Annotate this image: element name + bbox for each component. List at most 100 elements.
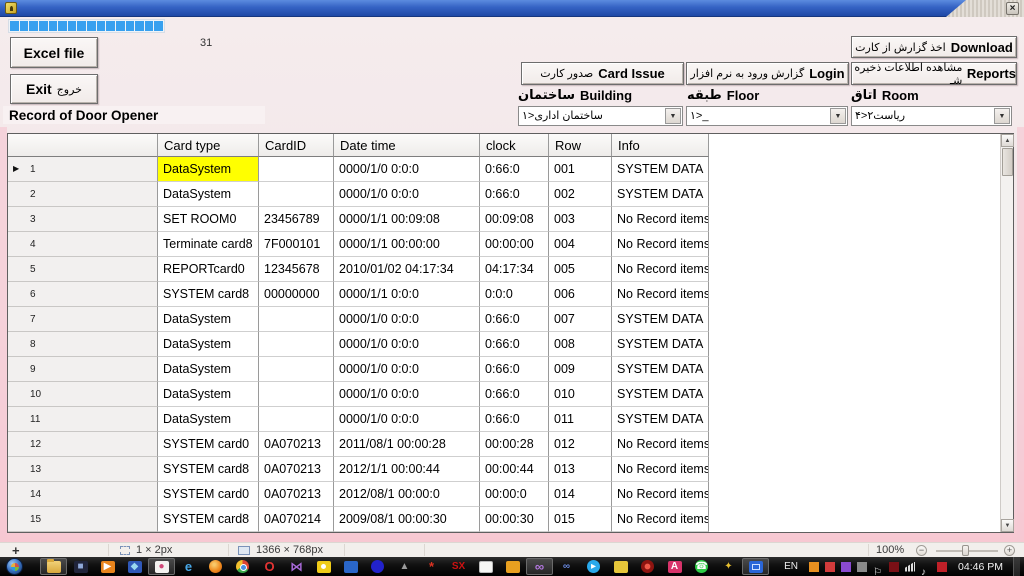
cell-clock[interactable]: 00:00:44 <box>480 457 549 482</box>
tray-window-icon[interactable] <box>854 560 870 573</box>
cell-row[interactable]: 009 <box>549 357 612 382</box>
row-header[interactable]: 5 <box>8 257 158 282</box>
cell-row[interactable]: 011 <box>549 407 612 432</box>
cell-row[interactable]: 013 <box>549 457 612 482</box>
cell-card-type[interactable]: SET ROOM0 <box>158 207 259 232</box>
cell-row[interactable]: 010 <box>549 382 612 407</box>
tray-vs-icon[interactable] <box>838 560 854 573</box>
cell-card-type[interactable]: DataSystem <box>158 382 259 407</box>
cell-card-type[interactable]: DataSystem <box>158 307 259 332</box>
tray-volume-icon[interactable]: ♪ <box>918 560 934 573</box>
idm-icon[interactable] <box>634 558 661 575</box>
room-select[interactable]: ریاست۲<۴ ▼ <box>851 106 1012 126</box>
tray-browser-icon[interactable] <box>822 560 838 573</box>
table-row[interactable]: 5REPORTcard0123456782010/01/02 04:17:340… <box>8 257 1000 282</box>
cell-card-id[interactable] <box>259 407 334 432</box>
table-row[interactable]: 10DataSystem0000/1/0 0:0:00:66:0010SYSTE… <box>8 382 1000 407</box>
cell-info[interactable]: No Record items <box>612 207 709 232</box>
cell-card-type[interactable]: SYSTEM card8 <box>158 457 259 482</box>
cell-row[interactable]: 002 <box>549 182 612 207</box>
table-row[interactable]: 2DataSystem0000/1/0 0:0:00:66:0002SYSTEM… <box>8 182 1000 207</box>
exit-button[interactable]: Exit خروج <box>10 74 98 104</box>
chevron-down-icon[interactable]: ▼ <box>665 108 681 124</box>
tray-clock-icon[interactable] <box>806 560 822 573</box>
floor-select[interactable]: _<۱ ▼ <box>686 106 848 126</box>
cell-date-time[interactable]: 0000/1/0 0:0:0 <box>334 332 480 357</box>
cell-card-type[interactable]: Terminate card8 <box>158 232 259 257</box>
table-row[interactable]: 7DataSystem0000/1/0 0:0:00:66:0007SYSTEM… <box>8 307 1000 332</box>
cell-info[interactable]: SYSTEM DATA <box>612 157 709 182</box>
cell-info[interactable]: SYSTEM DATA <box>612 382 709 407</box>
cell-clock[interactable]: 0:66:0 <box>480 332 549 357</box>
cell-card-type[interactable]: SYSTEM card8 <box>158 507 259 532</box>
table-row[interactable]: 12SYSTEM card00A0702132011/08/1 00:00:28… <box>8 432 1000 457</box>
cell-date-time[interactable]: 0000/1/0 0:0:0 <box>334 182 480 207</box>
table-row[interactable]: 9DataSystem0000/1/0 0:0:00:66:0009SYSTEM… <box>8 357 1000 382</box>
cell-card-id[interactable] <box>259 332 334 357</box>
orange-app-icon[interactable] <box>499 558 526 575</box>
column-header-card-type[interactable]: Card type <box>158 134 259 157</box>
cell-row[interactable]: 006 <box>549 282 612 307</box>
cell-card-id[interactable]: 7F000101 <box>259 232 334 257</box>
cell-row[interactable]: 007 <box>549 307 612 332</box>
link-app-icon[interactable]: ∞ <box>553 558 580 575</box>
red-burst-icon[interactable]: * <box>418 558 445 575</box>
cell-clock[interactable]: 04:17:34 <box>480 257 549 282</box>
row-header[interactable]: 12 <box>8 432 158 457</box>
language-indicator[interactable]: EN <box>784 561 798 572</box>
show-desktop-button[interactable] <box>1013 557 1020 576</box>
row-header[interactable]: 11 <box>8 407 158 432</box>
table-row[interactable]: 3SET ROOM0234567890000/1/1 00:09:0800:09… <box>8 207 1000 232</box>
column-header-card-id[interactable]: CardID <box>259 134 334 157</box>
cell-card-id[interactable] <box>259 382 334 407</box>
column-header-date-time[interactable]: Date time <box>334 134 480 157</box>
cell-card-id[interactable]: 12345678 <box>259 257 334 282</box>
cell-row[interactable]: 015 <box>549 507 612 532</box>
cell-date-time[interactable]: 2009/08/1 00:00:30 <box>334 507 480 532</box>
cell-card-id[interactable]: 0A070213 <box>259 457 334 482</box>
firefox-icon[interactable] <box>202 558 229 575</box>
cell-date-time[interactable]: 0000/1/0 0:0:0 <box>334 307 480 332</box>
clock[interactable]: 04:46 PM <box>958 561 1003 573</box>
row-header[interactable]: 9 <box>8 357 158 382</box>
cell-info[interactable]: SYSTEM DATA <box>612 182 709 207</box>
yellow-player-icon[interactable] <box>310 558 337 575</box>
whatsapp-icon[interactable]: ☎ <box>688 558 715 575</box>
cell-card-type[interactable]: SYSTEM card0 <box>158 432 259 457</box>
cell-date-time[interactable]: 2012/1/1 00:00:44 <box>334 457 480 482</box>
sx-app-icon[interactable]: SX <box>445 558 472 575</box>
cell-info[interactable]: SYSTEM DATA <box>612 307 709 332</box>
cell-info[interactable]: No Record items <box>612 257 709 282</box>
table-row[interactable]: 11DataSystem0000/1/0 0:0:00:66:0011SYSTE… <box>8 407 1000 432</box>
row-header[interactable]: 13 <box>8 457 158 482</box>
download-button[interactable]: اخذ گزارش از کارت Download <box>851 36 1017 58</box>
cell-row[interactable]: 005 <box>549 257 612 282</box>
table-row[interactable]: 4Terminate card87F0001010000/1/1 00:00:0… <box>8 232 1000 257</box>
cell-card-type[interactable]: DataSystem <box>158 407 259 432</box>
media-player-classic-icon[interactable]: ⋈ <box>283 558 310 575</box>
table-row[interactable]: 13SYSTEM card80A0702132012/1/1 00:00:440… <box>8 457 1000 482</box>
gray-app-icon[interactable]: ▲ <box>391 558 418 575</box>
cell-row[interactable]: 001 <box>549 157 612 182</box>
excel-file-button[interactable]: Excel file <box>10 37 98 68</box>
cell-card-type[interactable]: DataSystem <box>158 357 259 382</box>
cell-row[interactable]: 003 <box>549 207 612 232</box>
cell-clock[interactable]: 00:00:00 <box>480 232 549 257</box>
scroll-down-icon[interactable]: ▼ <box>1001 519 1014 532</box>
keys-icon[interactable]: ✦ <box>715 558 742 575</box>
cell-card-id[interactable]: 0A070214 <box>259 507 334 532</box>
cell-clock[interactable]: 0:66:0 <box>480 157 549 182</box>
cell-clock[interactable]: 00:00:0 <box>480 482 549 507</box>
column-header-clock[interactable]: clock <box>480 134 549 157</box>
building-select[interactable]: ساختمان اداری<۱ ▼ <box>518 106 683 126</box>
vertical-scrollbar[interactable]: ▲ ▼ <box>1000 134 1013 532</box>
cell-date-time[interactable]: 2010/01/02 04:17:34 <box>334 257 480 282</box>
cell-info[interactable]: No Record items <box>612 482 709 507</box>
cell-clock[interactable]: 0:0:0 <box>480 282 549 307</box>
scroll-up-icon[interactable]: ▲ <box>1001 134 1014 147</box>
zoom-slider-thumb[interactable] <box>962 545 969 556</box>
cell-card-id[interactable]: 0A070213 <box>259 432 334 457</box>
zoom-in-icon[interactable]: + <box>1004 545 1015 556</box>
cell-clock[interactable]: 0:66:0 <box>480 382 549 407</box>
cell-card-id[interactable]: 00000000 <box>259 282 334 307</box>
